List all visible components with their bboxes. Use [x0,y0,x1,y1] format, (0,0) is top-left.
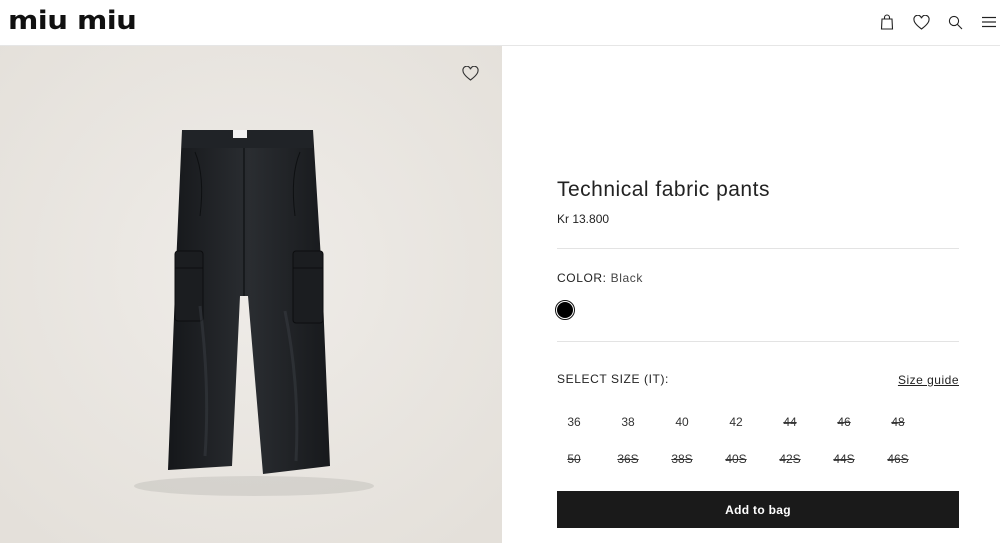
color-label: COLOR: Black [557,271,643,285]
search-icon[interactable] [945,12,965,32]
size-option-36s: 36S [617,451,639,466]
size-grid: 36 38 40 42 44 46 48 50 36S 38S 40S 42S 44S 46S [557,403,937,477]
add-to-bag-button[interactable]: Add to bag [557,491,959,528]
size-label: SELECT SIZE (IT): [557,372,669,386]
product-title: Technical fabric pants [557,178,770,201]
color-value: Black [610,271,643,285]
size-option-44: 44 [783,414,797,429]
size-option-44s: 44S [833,451,855,466]
size-option-40[interactable]: 40 [665,403,699,440]
size-option-46: 46 [837,414,851,429]
shopping-bag-icon[interactable] [877,12,897,32]
size-guide-link[interactable]: Size guide [898,373,959,387]
size-option-46s: 46S [887,451,909,466]
size-option-48: 48 [891,414,905,429]
divider [557,341,959,342]
site-header: miu miu [0,0,1000,46]
size-option-40s: 40S [725,451,747,466]
size-option-42[interactable]: 42 [719,403,753,440]
size-option-42s: 42S [779,451,801,466]
divider [557,248,959,249]
swatch-dot [557,302,573,318]
heart-icon[interactable] [911,12,931,32]
menu-icon[interactable] [979,12,999,32]
size-option-36[interactable]: 36 [557,403,591,440]
size-option-38s: 38S [671,451,693,466]
color-label-text: COLOR: [557,271,607,285]
product-price: Kr 13.800 [557,212,610,226]
size-option-38[interactable]: 38 [611,403,645,440]
product-image-panel [0,46,502,543]
size-option-50: 50 [567,451,581,466]
brand-logo[interactable]: miu miu [8,7,137,35]
product-image[interactable] [0,46,502,543]
wishlist-heart-icon[interactable] [462,65,482,86]
color-swatch-black[interactable] [555,300,575,320]
